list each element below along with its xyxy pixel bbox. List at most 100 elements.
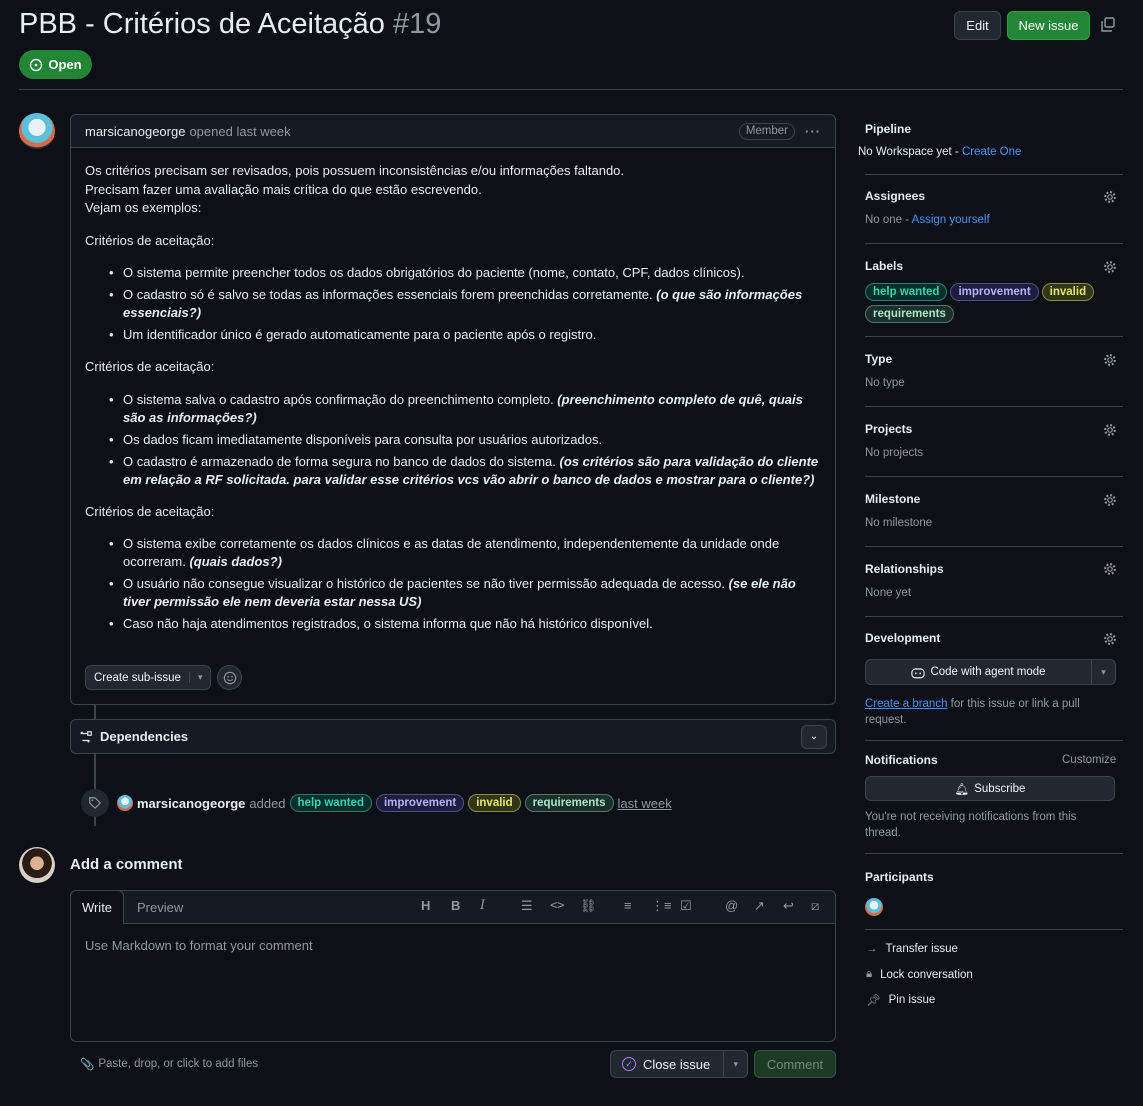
timeline-line	[94, 705, 96, 719]
sidebar-divider	[865, 336, 1123, 337]
participant-avatar[interactable]	[865, 898, 883, 916]
relationships-gear-icon[interactable]	[1103, 562, 1117, 576]
label-invalid[interactable]: invalid	[468, 794, 521, 812]
heading-icon[interactable]: H	[421, 898, 430, 913]
relationships-value: None yet	[865, 587, 912, 599]
create-branch-link[interactable]: Create a branch	[865, 698, 947, 710]
reference-icon[interactable]: ↗	[754, 898, 765, 914]
ordered-list-icon[interactable]: ⋮≡	[651, 898, 672, 914]
sidebar-divider	[865, 476, 1123, 477]
label-invalid[interactable]: invalid	[1041, 283, 1095, 301]
timeline-event: marsicanogeorge added help wanted improv…	[81, 789, 672, 817]
mention-icon[interactable]: @	[725, 898, 738, 913]
chevron-down-icon[interactable]: ▾	[1091, 660, 1115, 684]
comment-button[interactable]: Comment	[754, 1050, 836, 1078]
code-with-agent-button[interactable]: Code with agent mode ▾	[865, 659, 1116, 685]
event-time[interactable]: last week	[618, 796, 672, 811]
labels-title: Labels	[865, 259, 904, 273]
task-list-icon[interactable]: ☑	[680, 898, 692, 914]
dependencies-panel: Dependencies ⌄	[70, 719, 836, 754]
transfer-issue-action[interactable]: → Transfer issue	[866, 943, 958, 955]
label-improvement[interactable]: improvement	[950, 283, 1039, 301]
milestone-value: No milestone	[865, 517, 933, 529]
intro-line: Precisam fazer uma avaliação mais crític…	[85, 181, 482, 197]
arrow-right-icon: →	[866, 943, 878, 955]
list-item: O cadastro só é salvo se todas as inform…	[109, 286, 821, 322]
dependencies-title: Dependencies	[100, 729, 189, 744]
type-title: Type	[865, 352, 893, 366]
list-item: Caso não haja atendimentos registrados, …	[109, 615, 821, 633]
editor-toolbar: Write Preview H B I ☰ <> ⛓ ≡ ⋮≡ ☑ @ ↗ ↩ …	[70, 890, 835, 924]
status-label: Open	[48, 57, 82, 72]
list-item: O usuário não consegue visualizar o hist…	[109, 575, 821, 611]
code-icon[interactable]: <>	[550, 898, 564, 912]
label-improvement[interactable]: improvement	[375, 794, 465, 812]
reaction-icon[interactable]	[217, 665, 243, 690]
projects-gear-icon[interactable]	[1103, 423, 1117, 437]
event-author[interactable]: marsicanogeorge	[137, 796, 245, 811]
labels-gear-icon[interactable]	[1103, 260, 1117, 274]
section-heading: Critérios de aceitação:	[85, 359, 215, 374]
bell-icon: 🔔︎	[954, 783, 970, 796]
comment-editor: Write Preview H B I ☰ <> ⛓ ≡ ⋮≡ ☑ @ ↗ ↩ …	[70, 890, 836, 1042]
label-help-wanted[interactable]: help wanted	[289, 794, 372, 812]
chevron-down-icon[interactable]: ▾	[188, 672, 211, 683]
create-workspace-link[interactable]: Create One	[962, 146, 1021, 158]
intro-line: Vejam os exemplos:	[85, 200, 202, 215]
close-issue-button[interactable]: ✓ Close issue ▾	[610, 1050, 748, 1078]
pin-issue-action[interactable]: 📌︎ Pin issue	[866, 993, 935, 1007]
relationships-title: Relationships	[865, 562, 944, 576]
tab-preview[interactable]: Preview	[137, 900, 183, 915]
quote-icon[interactable]: ☰	[521, 898, 533, 914]
comment-textarea[interactable]: Use Markdown to format your comment	[71, 924, 835, 1041]
list-item: Os dados ficam imediatamente disponíveis…	[109, 431, 821, 449]
sidebar-divider	[865, 929, 1123, 930]
sidebar-divider	[865, 243, 1123, 244]
comment-author[interactable]: marsicanogeorge	[85, 124, 185, 139]
comment-header: marsicanogeorge opened last week Member …	[71, 115, 835, 148]
italic-icon[interactable]: I	[480, 898, 485, 913]
issue-number: #19	[392, 8, 442, 40]
criteria-list: O sistema salva o cadastro após confirma…	[109, 391, 821, 489]
unordered-list-icon[interactable]: ≡	[624, 898, 632, 913]
customize-link[interactable]: Customize	[1062, 754, 1116, 766]
development-gear-icon[interactable]	[1103, 632, 1117, 646]
paperclip-icon: 📎	[80, 1059, 95, 1071]
comment-intro: Os critérios precisam ser revisados, poi…	[85, 162, 821, 218]
notifications-title: Notifications	[865, 753, 938, 767]
edit-button[interactable]: Edit	[954, 11, 1001, 40]
type-gear-icon[interactable]	[1103, 353, 1117, 367]
event-avatar[interactable]	[117, 795, 133, 811]
attach-files-hint[interactable]: 📎 Paste, drop, or click to add files	[80, 1057, 258, 1071]
more-options-icon[interactable]: ···	[805, 124, 821, 139]
reply-icon[interactable]: ↩	[783, 898, 794, 914]
label-help-wanted[interactable]: help wanted	[865, 283, 948, 301]
lock-conversation-action[interactable]: 🔒︎ Lock conversation	[866, 968, 973, 981]
comment-actions: Create sub-issue ▾	[85, 665, 243, 690]
pin-icon: 📌︎	[866, 995, 881, 1007]
copy-link-icon[interactable]	[1100, 17, 1116, 33]
create-sub-issue-button[interactable]: Create sub-issue ▾	[85, 665, 212, 690]
subscribe-button[interactable]: 🔔︎ Subscribe	[865, 776, 1115, 801]
sidebar-divider	[865, 406, 1123, 407]
sidebar-divider	[865, 174, 1123, 175]
author-avatar[interactable]	[19, 113, 55, 149]
milestone-gear-icon[interactable]	[1103, 493, 1117, 507]
link-icon[interactable]: ⛓	[580, 898, 597, 914]
new-issue-button[interactable]: New issue	[1007, 11, 1090, 40]
notifications-text: You're not receiving notifications from …	[865, 811, 1077, 839]
bold-icon[interactable]: B	[451, 898, 460, 913]
list-item: O sistema permite preencher todos os dad…	[109, 264, 821, 282]
slash-command-icon[interactable]: ⧄	[811, 898, 819, 914]
event-action: added	[249, 795, 286, 811]
issue-title: PBB - Critérios de Aceitação	[19, 8, 385, 40]
tab-write[interactable]: Write	[70, 890, 124, 924]
assignees-gear-icon[interactable]	[1103, 190, 1117, 204]
chevron-down-icon[interactable]: ▾	[723, 1051, 747, 1077]
header-divider	[19, 89, 1123, 90]
label-requirements[interactable]: requirements	[865, 305, 954, 323]
list-item: O cadastro é armazenado de forma segura …	[109, 453, 821, 489]
expand-dependencies-button[interactable]: ⌄	[801, 724, 827, 749]
assign-yourself-link[interactable]: Assign yourself	[912, 214, 990, 226]
label-requirements[interactable]: requirements	[524, 794, 614, 812]
